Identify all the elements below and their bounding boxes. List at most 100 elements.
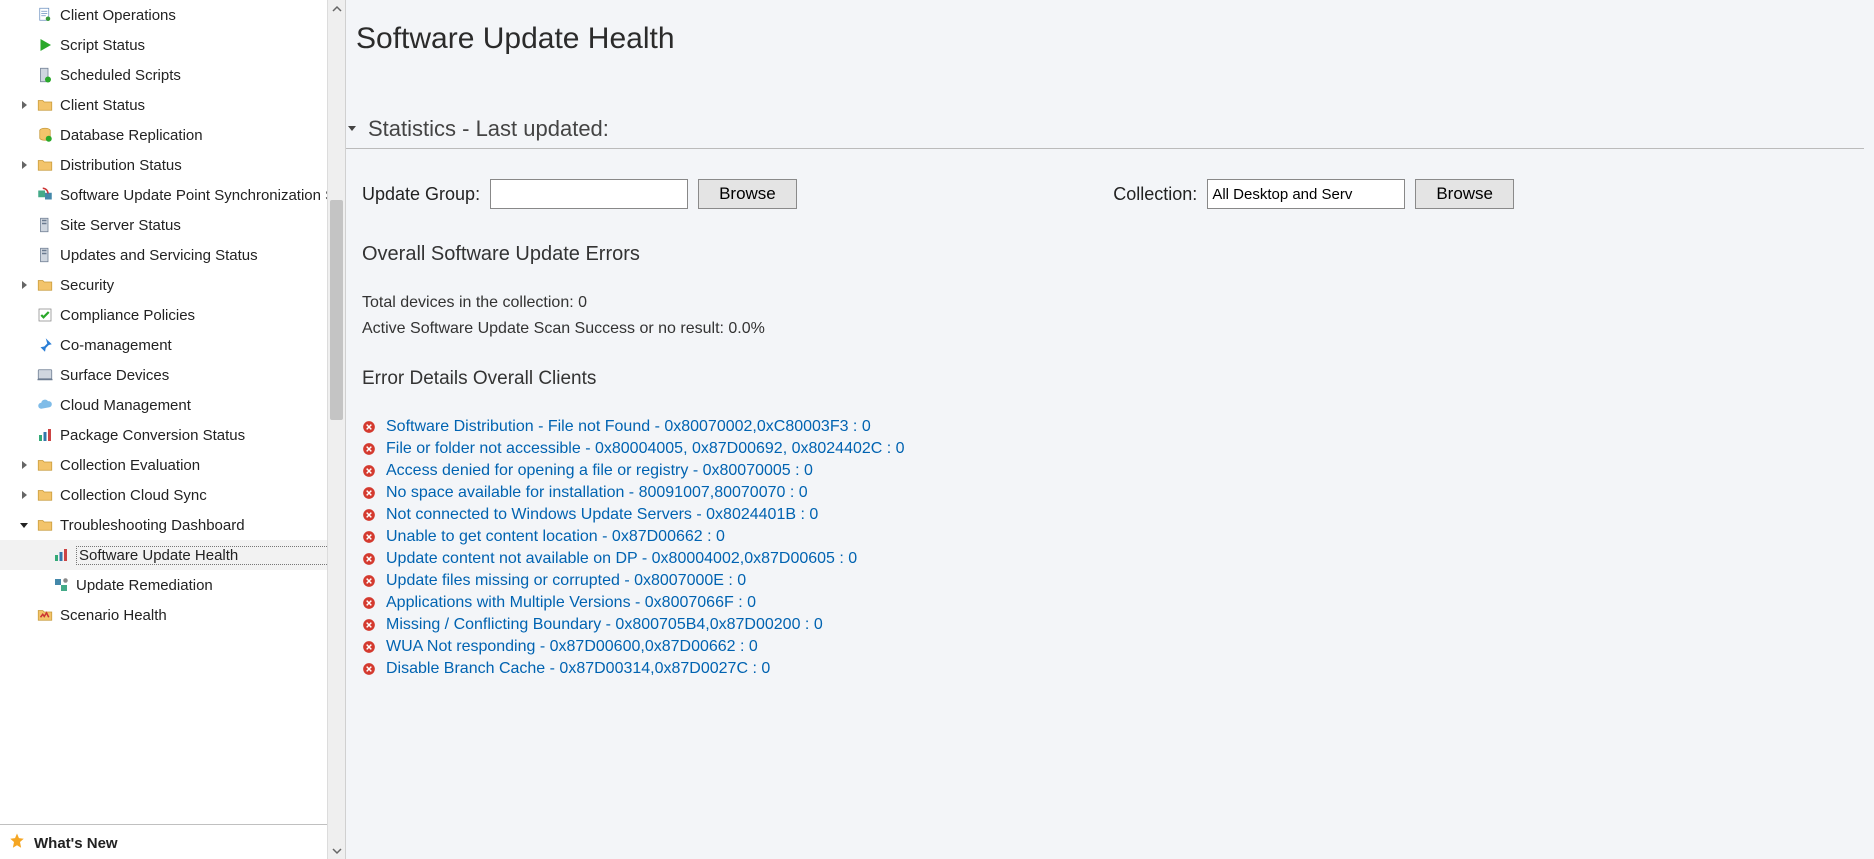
- collection-browse-button[interactable]: Browse: [1415, 179, 1514, 209]
- error-link[interactable]: Unable to get content location - 0x87D00…: [386, 528, 725, 546]
- expand-icon[interactable]: [18, 519, 30, 531]
- error-icon: [362, 530, 376, 544]
- sidebar-item-package-conversion-status[interactable]: Package Conversion Status: [0, 420, 345, 450]
- folder-icon: [36, 456, 54, 474]
- sidebar-item-label: Client Status: [60, 97, 345, 114]
- expand-icon[interactable]: [18, 99, 30, 111]
- section-statistics-header[interactable]: Statistics - Last updated:: [346, 116, 1864, 142]
- sidebar-item-security[interactable]: Security: [0, 270, 345, 300]
- sidebar-item-co-management[interactable]: Co-management: [0, 330, 345, 360]
- sidebar-item-scheduled-scripts[interactable]: Scheduled Scripts: [0, 60, 345, 90]
- update-group-browse-button[interactable]: Browse: [698, 179, 797, 209]
- scroll-thumb[interactable]: [330, 200, 343, 420]
- sidebar-item-label: Cloud Management: [60, 397, 345, 414]
- scan-success-text: Active Software Update Scan Success or n…: [346, 320, 1864, 338]
- sidebar-item-troubleshooting-dashboard[interactable]: Troubleshooting Dashboard: [0, 510, 345, 540]
- whats-new-button[interactable]: What's New: [0, 827, 345, 859]
- sidebar-item-client-status[interactable]: Client Status: [0, 90, 345, 120]
- sync-icon: [36, 186, 54, 204]
- error-icon: [362, 464, 376, 478]
- error-link[interactable]: Missing / Conflicting Boundary - 0x80070…: [386, 616, 823, 634]
- error-details-heading: Error Details Overall Clients: [346, 368, 1864, 390]
- sidebar-item-label: Collection Evaluation: [60, 457, 345, 474]
- overall-errors-heading: Overall Software Update Errors: [346, 243, 1864, 266]
- error-link[interactable]: Applications with Multiple Versions - 0x…: [386, 594, 756, 612]
- error-link[interactable]: Not connected to Windows Update Servers …: [386, 506, 818, 524]
- star-icon: [8, 832, 26, 854]
- sidebar-item-software-update-point-synchronization-sta[interactable]: Software Update Point Synchronization St…: [0, 180, 345, 210]
- sidebar-item-label: Package Conversion Status: [60, 427, 345, 444]
- expand-icon[interactable]: [18, 459, 30, 471]
- expand-icon[interactable]: [18, 489, 30, 501]
- error-icon: [362, 420, 376, 434]
- error-row: WUA Not responding - 0x87D00600,0x87D006…: [362, 636, 1864, 658]
- sidebar-item-script-status[interactable]: Script Status: [0, 30, 345, 60]
- server-icon: [36, 246, 54, 264]
- error-icon: [362, 662, 376, 676]
- sidebar-scrollbar[interactable]: [327, 0, 345, 859]
- scroll-up-icon[interactable]: [328, 0, 345, 17]
- play-icon: [36, 36, 54, 54]
- sidebar-item-label: Script Status: [60, 37, 345, 54]
- sidebar-item-label: Compliance Policies: [60, 307, 345, 324]
- whats-new-label: What's New: [34, 835, 118, 852]
- error-icon: [362, 640, 376, 654]
- sidebar-item-client-operations[interactable]: Client Operations: [0, 0, 345, 30]
- error-link[interactable]: No space available for installation - 80…: [386, 484, 808, 502]
- error-icon: [362, 486, 376, 500]
- surface-icon: [36, 366, 54, 384]
- doc-icon: [36, 6, 54, 24]
- sidebar-item-distribution-status[interactable]: Distribution Status: [0, 150, 345, 180]
- error-link[interactable]: Disable Branch Cache - 0x87D00314,0x87D0…: [386, 660, 770, 678]
- server-green-icon: [36, 66, 54, 84]
- update-group-input[interactable]: [490, 179, 688, 209]
- sidebar-item-label: Distribution Status: [60, 157, 345, 174]
- sidebar-item-collection-evaluation[interactable]: Collection Evaluation: [0, 450, 345, 480]
- folder-icon: [36, 276, 54, 294]
- error-link[interactable]: File or folder not accessible - 0x800040…: [386, 440, 905, 458]
- sidebar-item-label: Update Remediation: [76, 577, 345, 594]
- error-link[interactable]: Update files missing or corrupted - 0x80…: [386, 572, 746, 590]
- sidebar-item-site-server-status[interactable]: Site Server Status: [0, 210, 345, 240]
- error-row: Update files missing or corrupted - 0x80…: [362, 570, 1864, 592]
- sidebar-item-label: Troubleshooting Dashboard: [60, 517, 345, 534]
- sidebar-item-cloud-management[interactable]: Cloud Management: [0, 390, 345, 420]
- sidebar-item-label: Software Update Health: [76, 546, 345, 565]
- sidebar-item-software-update-health[interactable]: Software Update Health: [0, 540, 345, 570]
- sidebar-item-label: Database Replication: [60, 127, 345, 144]
- collapse-triangle-icon[interactable]: [346, 123, 358, 135]
- expand-icon[interactable]: [18, 279, 30, 291]
- sidebar-item-label: Scheduled Scripts: [60, 67, 345, 84]
- error-link[interactable]: WUA Not responding - 0x87D00600,0x87D006…: [386, 638, 758, 656]
- sidebar-item-scenario-health[interactable]: Scenario Health: [0, 600, 345, 630]
- sidebar-item-surface-devices[interactable]: Surface Devices: [0, 360, 345, 390]
- sidebar-item-label: Co-management: [60, 337, 345, 354]
- sidebar: Client Operations Script Status Scheduled …: [0, 0, 346, 859]
- error-icon: [362, 552, 376, 566]
- sidebar-item-collection-cloud-sync[interactable]: Collection Cloud Sync: [0, 480, 345, 510]
- cloud-icon: [36, 396, 54, 414]
- folder-icon: [36, 516, 54, 534]
- db-icon: [36, 126, 54, 144]
- sidebar-item-database-replication[interactable]: Database Replication: [0, 120, 345, 150]
- sidebar-item-label: Client Operations: [60, 7, 345, 24]
- error-icon: [362, 442, 376, 456]
- collection-input[interactable]: [1207, 179, 1405, 209]
- sidebar-item-compliance-policies[interactable]: Compliance Policies: [0, 300, 345, 330]
- error-link[interactable]: Software Distribution - File not Found -…: [386, 418, 871, 436]
- section-title: Statistics - Last updated:: [368, 116, 609, 142]
- pin-icon: [36, 336, 54, 354]
- error-link[interactable]: Update content not available on DP - 0x8…: [386, 550, 857, 568]
- error-icon: [362, 574, 376, 588]
- sidebar-item-label: Scenario Health: [60, 607, 345, 624]
- expand-icon[interactable]: [18, 159, 30, 171]
- error-row: Missing / Conflicting Boundary - 0x80070…: [362, 614, 1864, 636]
- scroll-down-icon[interactable]: [328, 842, 345, 859]
- sidebar-item-label: Security: [60, 277, 345, 294]
- error-row: Access denied for opening a file or regi…: [362, 460, 1864, 482]
- sidebar-item-label: Software Update Point Synchronization St…: [60, 187, 345, 204]
- sidebar-item-updates-and-servicing-status[interactable]: Updates and Servicing Status: [0, 240, 345, 270]
- sidebar-item-update-remediation[interactable]: Update Remediation: [0, 570, 345, 600]
- error-link[interactable]: Access denied for opening a file or regi…: [386, 462, 813, 480]
- total-devices-text: Total devices in the collection: 0: [346, 294, 1864, 312]
